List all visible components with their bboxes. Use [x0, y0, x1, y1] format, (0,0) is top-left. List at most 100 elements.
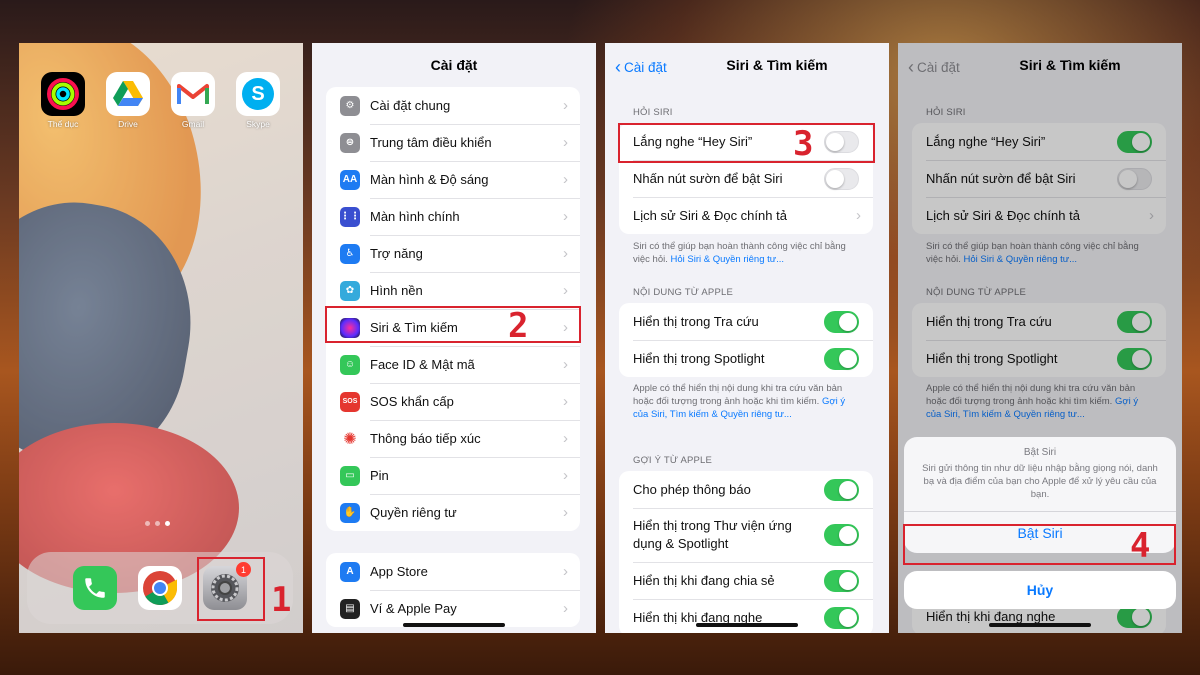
step-number: 3	[793, 124, 814, 164]
app-store-icon: A	[340, 561, 360, 582]
listening-toggle[interactable]	[824, 606, 859, 629]
chevron-left-icon: ‹	[615, 57, 621, 77]
settings-row-home-screen[interactable]: ⋮⋮ Màn hình chính ›	[326, 198, 580, 235]
phone-icon[interactable]	[73, 566, 117, 610]
spotlight-row: Hiển thị trong Spotlight	[619, 340, 873, 377]
chevron-right-icon: ›	[563, 504, 568, 521]
row-label: SOS khẩn cấp	[370, 394, 454, 409]
apple-content-group: Hiển thị trong Tra cứu Hiển thị trong Sp…	[619, 303, 873, 377]
row-label: Hiển thị khi đang chia sẻ	[633, 573, 775, 588]
spotlight-toggle[interactable]	[824, 347, 859, 370]
chevron-right-icon: ›	[563, 134, 568, 151]
flower-icon: ✿	[340, 280, 360, 301]
exposure-icon: ✺	[340, 428, 360, 449]
chevron-right-icon: ›	[563, 282, 568, 299]
row-label: Lịch sử Siri & Đọc chính tả	[633, 208, 787, 223]
settings-row-privacy[interactable]: ✋ Quyền riêng tư ›	[326, 494, 580, 531]
lookup-row: Hiển thị trong Tra cứu	[619, 303, 873, 340]
settings-row-control-center[interactable]: ⊜ Trung tâm điều khiển ›	[326, 124, 580, 161]
sharing-toggle[interactable]	[824, 569, 859, 592]
row-label: Hiển thị trong Thư viện ứng dụng & Spotl…	[633, 518, 792, 551]
chrome-icon[interactable]	[138, 566, 182, 610]
settings-row-sos[interactable]: SOS SOS khẩn cấp ›	[326, 383, 580, 420]
row-label: Ví & Apple Pay	[370, 601, 457, 616]
app-label: Drive	[118, 119, 138, 129]
chevron-right-icon: ›	[563, 356, 568, 373]
siri-settings-screen: ‹ Cài đặt Siri & Tìm kiếm HỎI SIRI Lắng n…	[605, 43, 889, 633]
gmail-icon	[171, 72, 215, 116]
step-number: 2	[508, 306, 529, 346]
home-indicator	[989, 623, 1091, 627]
page-title: Cài đặt	[430, 57, 478, 73]
footer-note: Siri có thể giúp bạn hoàn thành công việ…	[633, 240, 863, 266]
chevron-right-icon: ›	[563, 97, 568, 114]
section-header: GỢI Ý TỪ APPLE	[633, 455, 713, 466]
sharing-row: Hiển thị khi đang chia sẻ	[619, 562, 873, 599]
siri-history-row[interactable]: Lịch sử Siri & Đọc chính tả ›	[619, 197, 873, 234]
settings-row-exposure[interactable]: ✺ Thông báo tiếp xúc ›	[326, 420, 580, 457]
suggestions-group: Cho phép thông báo Hiển thị trong Thư vi…	[619, 471, 873, 633]
settings-row-accessibility[interactable]: ♿ Trợ năng ›	[326, 235, 580, 272]
hand-icon: ✋	[340, 502, 360, 523]
siri-enable-screen: ‹ Cài đặt Siri & Tìm kiếm HỎI SIRI Lắng n…	[898, 43, 1182, 633]
battery-icon: ▭	[340, 465, 360, 486]
settings-row-battery[interactable]: ▭ Pin ›	[326, 457, 580, 494]
sheet-message: Siri gửi thông tin như dữ liệu nhập bằng…	[922, 463, 1158, 500]
gear-icon: ⚙	[340, 95, 360, 116]
row-label: Màn hình & Độ sáng	[370, 172, 489, 187]
settings-group-store: A App Store › ▤ Ví & Apple Pay ›	[326, 553, 580, 627]
row-label: Trợ năng	[370, 246, 423, 261]
step-number: 1	[271, 580, 292, 620]
notifications-toggle[interactable]	[824, 478, 859, 501]
row-label: Thông báo tiếp xúc	[370, 431, 481, 446]
home-indicator	[403, 623, 505, 627]
side-button-toggle[interactable]	[824, 167, 859, 190]
app-drive[interactable]: Drive	[106, 72, 150, 129]
settings-row-face-id[interactable]: ☺ Face ID & Mật mã ›	[326, 346, 580, 383]
lookup-toggle[interactable]	[824, 310, 859, 333]
app-library-toggle[interactable]	[824, 524, 859, 546]
home-indicator	[696, 623, 798, 627]
notifications-row: Cho phép thông báo	[619, 471, 873, 508]
cancel-button[interactable]: Hủy	[904, 571, 1176, 609]
row-label: App Store	[370, 564, 428, 579]
app-fitness[interactable]: Thể dục	[41, 72, 85, 129]
page-title: Siri & Tìm kiếm	[726, 57, 828, 73]
chevron-right-icon: ›	[563, 600, 568, 617]
wallpaper-overlay	[19, 43, 303, 633]
highlight-siri	[325, 306, 581, 343]
grid-icon: ⋮⋮	[340, 206, 360, 227]
chevron-right-icon: ›	[563, 393, 568, 410]
settings-row-app-store[interactable]: A App Store ›	[326, 553, 580, 590]
step-number: 4	[1130, 526, 1151, 566]
page-dots[interactable]	[145, 521, 170, 526]
app-gmail[interactable]: Gmail	[171, 72, 215, 129]
row-label: Nhấn nút sườn để bật Siri	[633, 171, 783, 186]
row-label: Pin	[370, 468, 389, 483]
row-label: Hiển thị trong Tra cứu	[633, 314, 759, 329]
footer-text: Apple có thể hiển thị nội dung khi tra c…	[633, 383, 843, 407]
side-button-row: Nhấn nút sườn để bật Siri	[619, 160, 873, 197]
wallet-icon: ▤	[340, 598, 360, 619]
app-label: Gmail	[181, 119, 205, 129]
app-label: Skype	[246, 119, 270, 129]
listening-row: Hiển thị khi đang nghe	[619, 599, 873, 633]
chevron-right-icon: ›	[563, 430, 568, 447]
settings-row-wallet[interactable]: ▤ Ví & Apple Pay ›	[326, 590, 580, 627]
settings-row-general[interactable]: ⚙ Cài đặt chung ›	[326, 87, 580, 124]
chevron-right-icon: ›	[563, 171, 568, 188]
chevron-right-icon: ›	[563, 245, 568, 262]
chevron-right-icon: ›	[563, 208, 568, 225]
settings-row-wallpaper[interactable]: ✿ Hình nền ›	[326, 272, 580, 309]
skype-icon: S	[236, 72, 280, 116]
app-skype[interactable]: S Skype	[236, 72, 280, 129]
chevron-right-icon: ›	[563, 467, 568, 484]
highlight-hey-siri	[618, 123, 875, 163]
accessibility-icon: ♿	[340, 243, 360, 264]
switches-icon: ⊜	[340, 132, 360, 153]
text-size-icon: AA	[340, 169, 360, 190]
settings-row-display[interactable]: AA Màn hình & Độ sáng ›	[326, 161, 580, 198]
highlight-settings	[197, 557, 265, 621]
sos-icon: SOS	[340, 391, 360, 412]
privacy-link[interactable]: Hỏi Siri & Quyền riêng tư...	[671, 254, 785, 265]
